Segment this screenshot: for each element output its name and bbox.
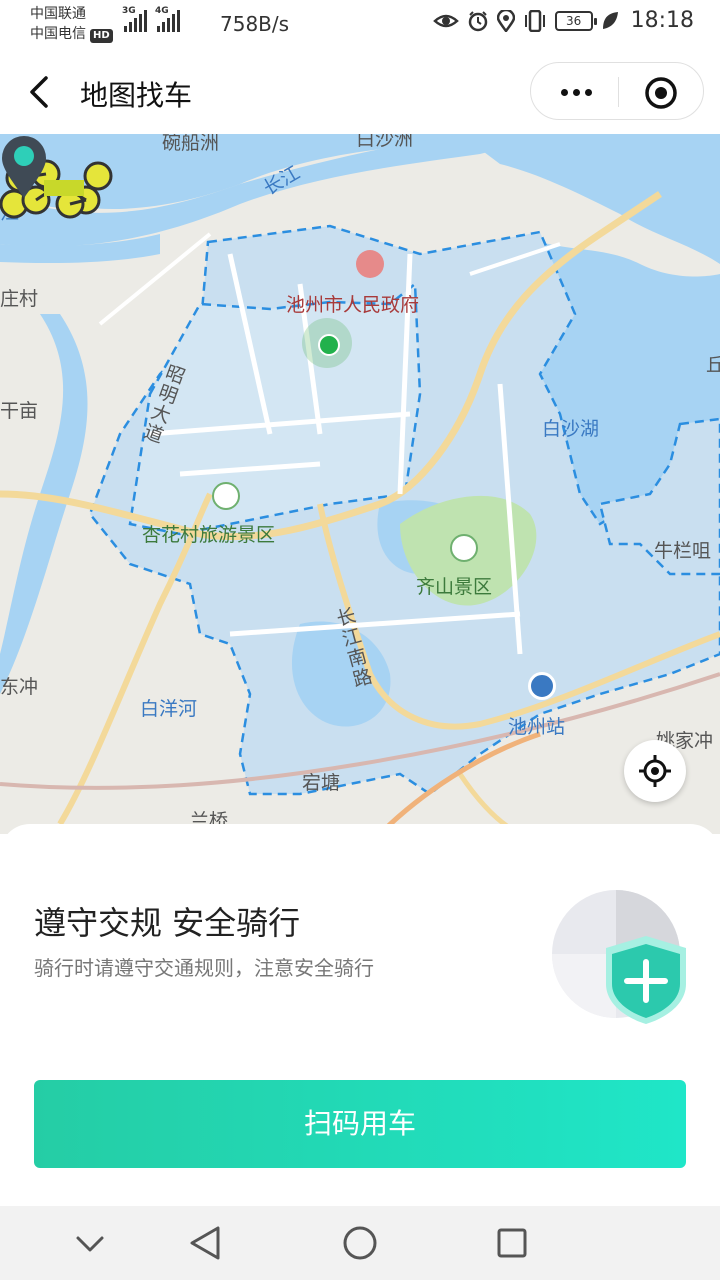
map-label-baishahu: 白沙湖 <box>542 418 600 440</box>
scenic-camera-icon <box>212 482 240 510</box>
leaf-icon <box>602 11 618 29</box>
status-bar: 中国联通 中国电信 HD 3G 4G 758B/s 36 18:18 <box>0 0 720 50</box>
hd-badge: HD <box>90 29 113 43</box>
battery-icon: 36 <box>554 10 597 31</box>
nav-hide-button[interactable] <box>70 1223 110 1263</box>
location-icon <box>496 9 515 32</box>
triangle-back-icon <box>190 1226 220 1260</box>
network-speed: 758B/s <box>220 12 290 36</box>
miniprogram-capsule <box>530 62 704 120</box>
miniprogram-close-icon <box>645 77 677 109</box>
capsule-divider <box>618 77 619 107</box>
map-label-baiyanghe: 白洋河 <box>140 698 198 720</box>
signal-3g-icon: 3G <box>122 6 147 32</box>
train-station-icon <box>528 672 556 700</box>
map-label-chizhouzhan: 池州站 <box>508 716 566 738</box>
map-view[interactable]: 碗船洲 白沙洲 长江 江 庄村 池州市人民政府 昭明大道 干亩 白沙湖 丘 杏花… <box>0 134 720 834</box>
scenic-camera-icon <box>450 534 478 562</box>
nav-recent-button[interactable] <box>492 1223 532 1263</box>
page-title: 地图找车 <box>80 79 193 112</box>
alarm-icon <box>468 10 487 31</box>
network-4g-label: 4G <box>155 6 169 16</box>
map-pin-icon[interactable] <box>0 134 48 200</box>
system-nav-bar <box>0 1206 720 1280</box>
chevron-left-icon <box>30 76 48 108</box>
government-icon <box>356 250 384 278</box>
map-label-qiu: 丘 <box>706 354 720 376</box>
locate-icon <box>639 755 671 787</box>
map-label-zhucun: 庄村 <box>0 288 39 310</box>
scan-to-ride-button[interactable]: 扫码用车 <box>34 1080 686 1168</box>
map-base <box>0 134 720 834</box>
circle-home-icon <box>343 1226 377 1260</box>
map-label-niulanju: 牛栏咀 <box>654 540 712 562</box>
signal-4g-icon: 4G <box>155 6 180 32</box>
carrier-2: 中国电信 <box>30 26 86 42</box>
nav-back-button[interactable] <box>186 1223 226 1263</box>
bottom-sheet: 遵守交规 安全骑行 骑行时请遵守交通规则，注意安全骑行 扫码用车 <box>0 824 720 1206</box>
clock: 18:18 <box>630 8 694 33</box>
carrier-info: 中国联通 中国电信 HD <box>30 4 113 44</box>
chevron-down-icon <box>76 1236 104 1252</box>
map-label-baishazhou: 白沙洲 <box>356 134 414 150</box>
map-label-qishan: 齐山景区 <box>416 576 493 598</box>
map-label-tanmiao: 干亩 <box>0 400 39 422</box>
network-3g-label: 3G <box>122 6 136 16</box>
safety-title: 遵守交规 安全骑行 <box>34 904 301 942</box>
more-dots-icon <box>560 88 568 96</box>
carrier-1: 中国联通 <box>30 6 86 22</box>
more-button[interactable] <box>551 73 601 111</box>
status-icons: 36 18:18 <box>432 8 694 33</box>
close-button[interactable] <box>643 75 679 111</box>
eye-icon <box>432 14 459 27</box>
safety-shield-icon <box>552 890 686 1024</box>
back-button[interactable] <box>22 72 62 112</box>
map-label-xinghuacun: 杏花村旅游景区 <box>142 524 276 546</box>
square-recent-icon <box>497 1228 527 1258</box>
locate-button[interactable] <box>624 740 686 802</box>
nav-home-button[interactable] <box>340 1223 380 1263</box>
current-location-dot <box>302 318 352 368</box>
title-bar: 地图找车 <box>0 50 720 134</box>
map-label-zongtang: 宕塘 <box>302 772 341 794</box>
vibrate-icon <box>524 9 545 32</box>
safety-subtitle: 骑行时请遵守交通规则，注意安全骑行 <box>34 956 374 980</box>
map-label-gov: 池州市人民政府 <box>286 294 420 316</box>
map-label-wanchuanzhou: 碗船洲 <box>162 134 220 154</box>
signal-indicators: 3G 4G <box>122 6 180 32</box>
map-label-dongchong: 东冲 <box>0 676 39 698</box>
